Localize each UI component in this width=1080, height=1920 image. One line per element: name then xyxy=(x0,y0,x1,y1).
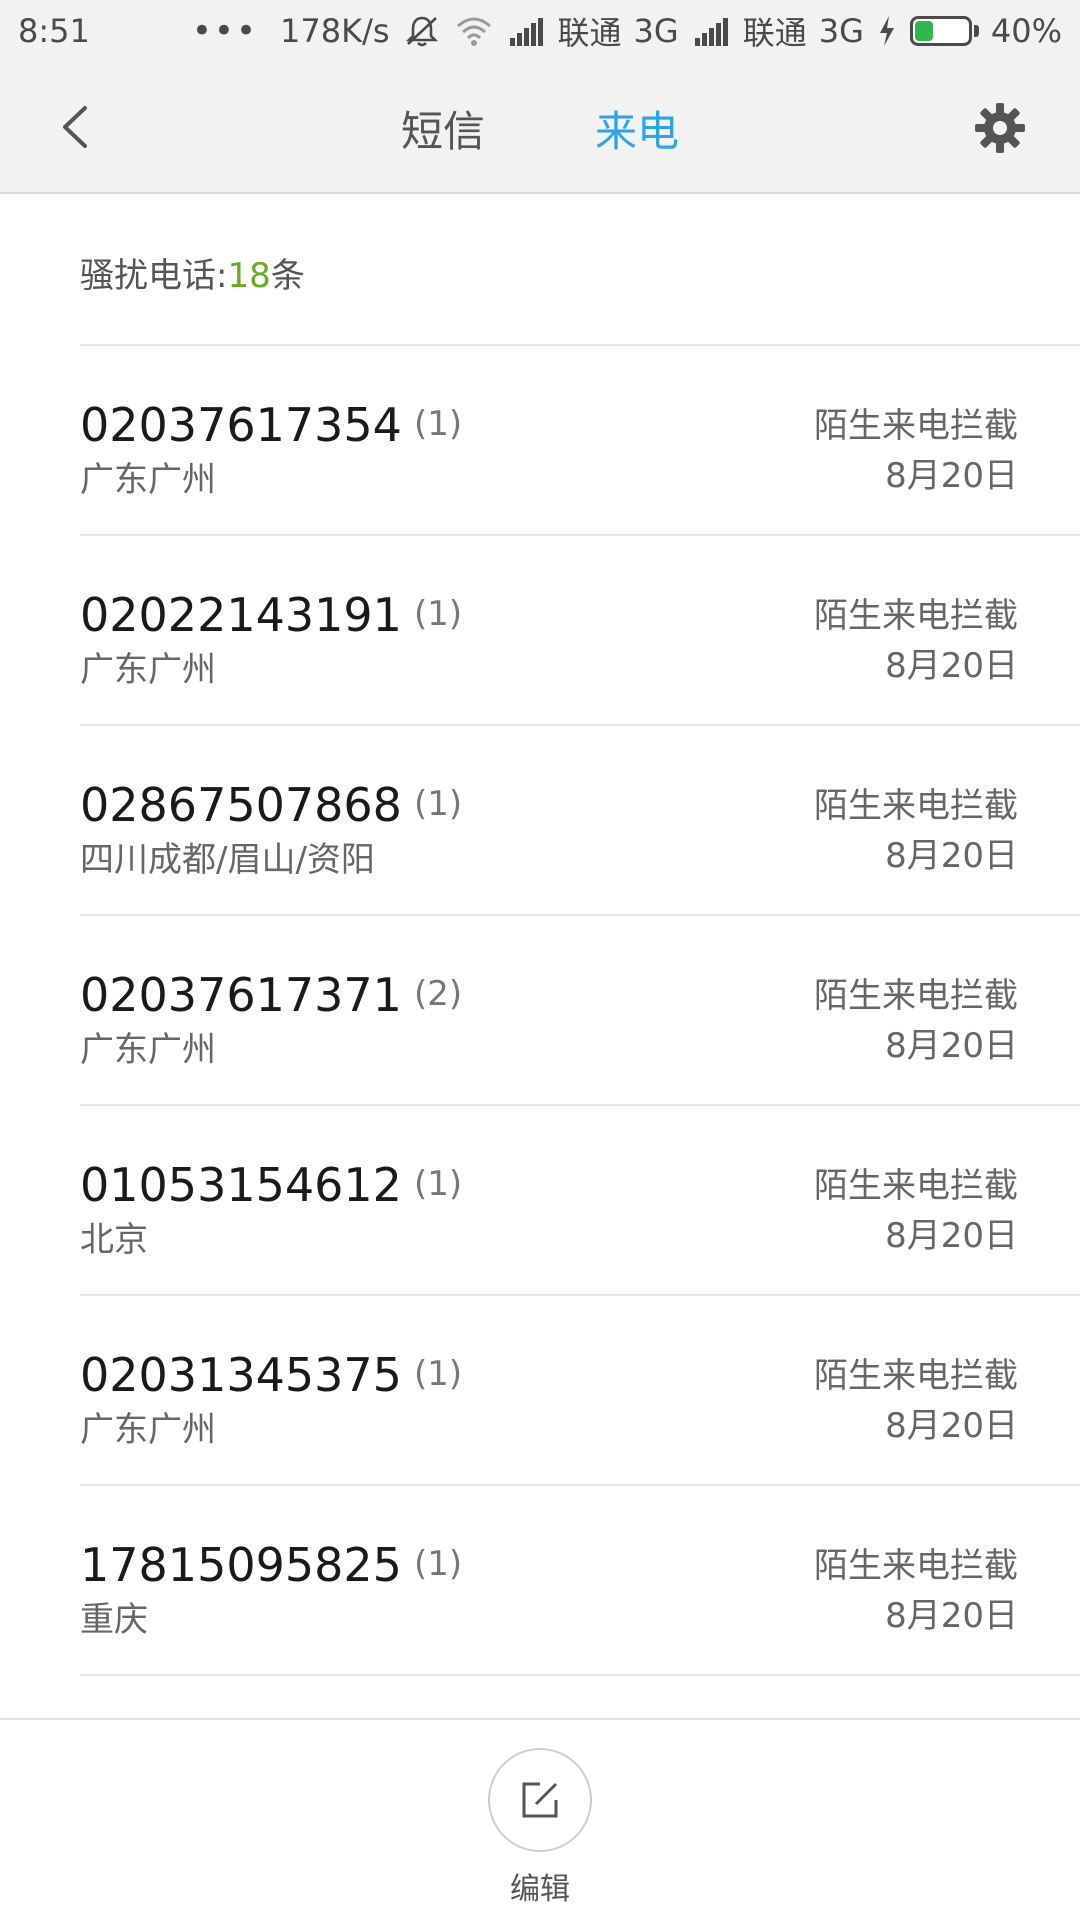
caller-location: 四川成都/眉山/资阳 xyxy=(80,840,375,880)
phone-number: 02037617371 xyxy=(80,968,402,1022)
edit-icon xyxy=(522,1782,558,1818)
battery-cap xyxy=(973,25,979,37)
block-status: 陌生来电拦截 xyxy=(814,1356,1018,1396)
block-status: 陌生来电拦截 xyxy=(814,1546,1018,1586)
phone-number: 02031345375 xyxy=(80,1348,402,1402)
battery-fill xyxy=(914,21,934,41)
block-status: 陌生来电拦截 xyxy=(814,786,1018,826)
battery-percent: 40% xyxy=(990,12,1062,50)
phone-number: 17815095825 xyxy=(80,1538,402,1592)
caller-location: 重庆 xyxy=(80,1600,148,1640)
network-type-1: 3G xyxy=(633,12,679,50)
more-dots: ••• xyxy=(191,11,259,51)
spam-call-summary: 骚扰电话:18条 xyxy=(80,248,305,297)
phone-number: 01053154612 xyxy=(80,1158,402,1212)
carrier-2: 联通 xyxy=(742,14,807,52)
network-speed: 178K/s xyxy=(280,12,390,50)
caller-location: 广东广州 xyxy=(80,650,216,690)
phone-number-line: 02867507868 (1) xyxy=(80,778,462,832)
call-row[interactable]: 02022143191 (1) 广东广州 陌生来电拦截 8月20日 xyxy=(0,536,1080,726)
call-count: (1) xyxy=(413,1164,463,1204)
call-date: 8月20日 xyxy=(885,1216,1018,1256)
edit-label: 编辑 xyxy=(510,1872,570,1907)
call-count: (2) xyxy=(413,974,463,1014)
call-date: 8月20日 xyxy=(885,646,1018,686)
call-row[interactable]: 02037617354 (1) 广东广州 陌生来电拦截 8月20日 xyxy=(0,346,1080,536)
tab-calls[interactable]: 来电 xyxy=(595,98,679,159)
caller-location: 广东广州 xyxy=(80,1030,216,1070)
phone-number-line: 02022143191 (1) xyxy=(80,588,462,642)
phone-number-line: 01053154612 (1) xyxy=(80,1158,462,1212)
call-date: 8月20日 xyxy=(885,456,1018,496)
battery-icon xyxy=(909,16,979,46)
signal-icon xyxy=(694,18,728,46)
blocked-call-list: 02037617354 (1) 广东广州 陌生来电拦截 8月20日 0202214… xyxy=(0,346,1080,1676)
block-status: 陌生来电拦截 xyxy=(814,976,1018,1016)
network-type-2: 3G xyxy=(818,12,864,50)
call-count: (1) xyxy=(413,1544,463,1584)
status-bar: 8:51 ••• 178K/s 联通 3G 联通 3G 40% xyxy=(0,0,1080,62)
block-status: 陌生来电拦截 xyxy=(814,596,1018,636)
mute-icon xyxy=(405,16,438,47)
edit-button[interactable] xyxy=(488,1748,592,1852)
call-row[interactable]: 01053154612 (1) 北京 陌生来电拦截 8月20日 xyxy=(0,1106,1080,1296)
gear-icon xyxy=(975,103,1025,153)
phone-number-line: 02037617371 (2) xyxy=(80,968,462,1022)
phone-number: 02867507868 xyxy=(80,778,402,832)
summary-count: 18 xyxy=(227,256,271,296)
phone-number-line: 02037617354 (1) xyxy=(80,398,462,452)
call-date: 8月20日 xyxy=(885,1026,1018,1066)
call-count: (1) xyxy=(413,404,463,444)
summary-prefix: 骚扰电话: xyxy=(80,256,228,296)
phone-number: 02037617354 xyxy=(80,398,402,452)
carrier-1: 联通 xyxy=(557,14,622,52)
call-count: (1) xyxy=(413,594,463,634)
settings-button[interactable] xyxy=(970,98,1030,158)
call-row[interactable]: 17815095825 (1) 重庆 陌生来电拦截 8月20日 xyxy=(0,1486,1080,1676)
caller-location: 广东广州 xyxy=(80,460,216,500)
phone-number-line: 02031345375 (1) xyxy=(80,1348,462,1402)
call-date: 8月20日 xyxy=(885,1596,1018,1636)
status-left: 8:51 xyxy=(18,12,90,50)
signal-icon xyxy=(509,18,543,46)
wifi-icon xyxy=(456,17,491,46)
charging-icon xyxy=(879,16,894,46)
screen: 8:51 ••• 178K/s 联通 3G 联通 3G 40% 短信 来电 骚扰… xyxy=(0,0,1080,1920)
status-time: 8:51 xyxy=(18,12,90,50)
call-row[interactable]: 02867507868 (1) 四川成都/眉山/资阳 陌生来电拦截 8月20日 xyxy=(0,726,1080,916)
call-row[interactable]: 02031345375 (1) 广东广州 陌生来电拦截 8月20日 xyxy=(0,1296,1080,1486)
call-date: 8月20日 xyxy=(885,836,1018,876)
header: 短信 来电 xyxy=(0,62,1080,194)
status-right: ••• 178K/s 联通 3G 联通 3G 40% xyxy=(192,8,1062,54)
tab-bar: 短信 来电 xyxy=(0,62,1080,194)
back-button[interactable] xyxy=(40,92,110,162)
summary-suffix: 条 xyxy=(270,256,305,296)
caller-location: 广东广州 xyxy=(80,1410,216,1450)
caller-location: 北京 xyxy=(80,1220,148,1260)
call-count: (1) xyxy=(413,1354,463,1394)
block-status: 陌生来电拦截 xyxy=(814,1166,1018,1206)
block-status: 陌生来电拦截 xyxy=(814,406,1018,446)
tab-sms[interactable]: 短信 xyxy=(401,98,485,159)
back-arrow-icon xyxy=(63,106,87,148)
battery-body xyxy=(909,16,972,46)
phone-number-line: 17815095825 (1) xyxy=(80,1538,462,1592)
call-count: (1) xyxy=(413,784,463,824)
call-date: 8月20日 xyxy=(885,1406,1018,1446)
call-row[interactable]: 02037617371 (2) 广东广州 陌生来电拦截 8月20日 xyxy=(0,916,1080,1106)
phone-number: 02022143191 xyxy=(80,588,402,642)
bottom-action-bar: 编辑 xyxy=(0,1718,1080,1920)
